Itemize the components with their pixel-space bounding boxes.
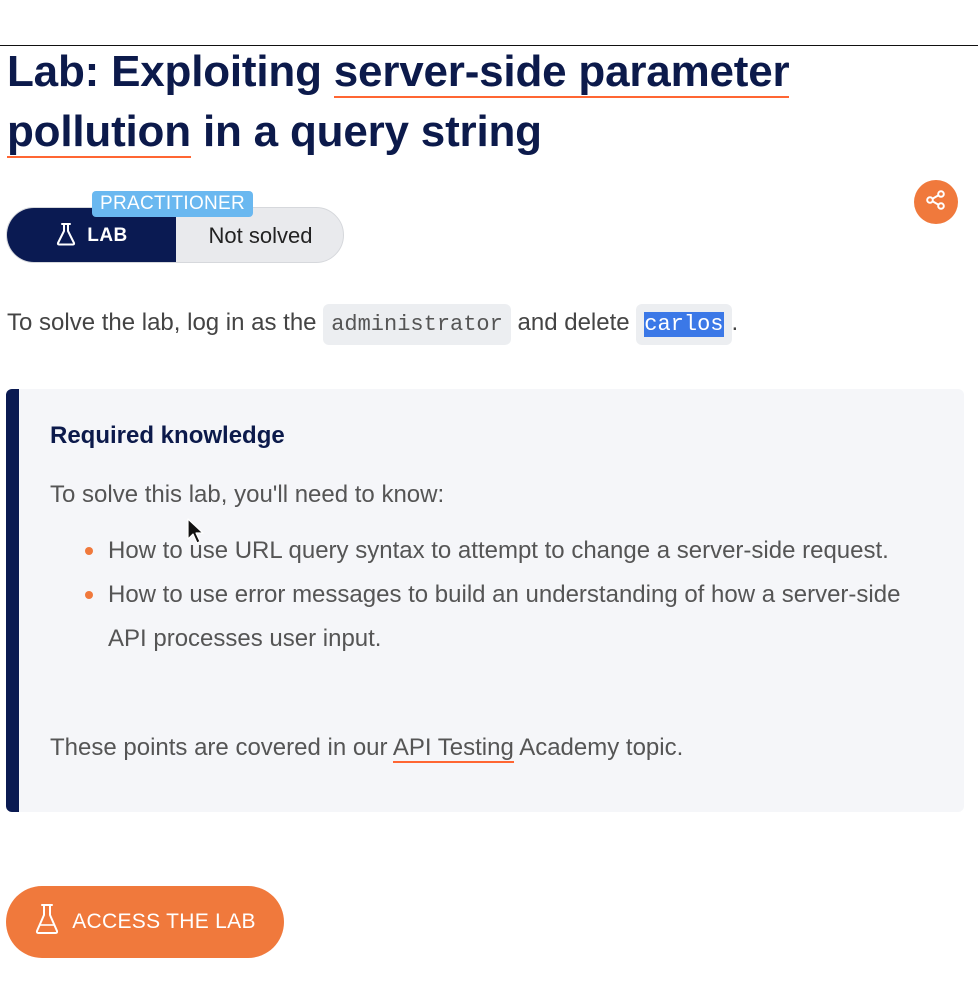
share-icon bbox=[925, 189, 947, 216]
page-title: Lab: Exploiting server-side parameter pol… bbox=[7, 42, 907, 162]
knowledge-list: How to use URL query syntax to attempt t… bbox=[50, 529, 930, 661]
lab-instructions: To solve the lab, log in as the administ… bbox=[7, 300, 738, 348]
intro-text-middle: and delete bbox=[510, 309, 637, 336]
flask-icon bbox=[55, 222, 77, 251]
access-lab-label: ACCESS THE LAB bbox=[72, 910, 256, 933]
title-prefix: Lab: Exploiting bbox=[7, 47, 334, 96]
title-link-pollution[interactable]: pollution bbox=[7, 107, 191, 158]
code-administrator: administrator bbox=[323, 304, 511, 345]
required-knowledge-callout: Required knowledge To solve this lab, yo… bbox=[6, 389, 964, 812]
callout-foot-after: Academy topic. bbox=[513, 734, 684, 761]
callout-foot-before: These points are covered in our bbox=[50, 734, 393, 761]
title-suffix: in a query string bbox=[190, 107, 542, 156]
intro-text-after: . bbox=[731, 309, 739, 336]
callout-title: Required knowledge bbox=[50, 422, 285, 449]
bullet-icon bbox=[85, 591, 93, 599]
lab-type-label: LAB bbox=[87, 225, 128, 246]
access-lab-button[interactable]: ACCESS THE LAB bbox=[6, 886, 284, 958]
share-button[interactable] bbox=[914, 180, 958, 224]
flask-icon bbox=[34, 903, 60, 941]
list-item: How to use URL query syntax to attempt t… bbox=[50, 529, 930, 573]
difficulty-tag: PRACTITIONER bbox=[92, 191, 254, 217]
intro-text-before: To solve the lab, log in as the bbox=[7, 309, 324, 336]
api-testing-link[interactable]: API Testing bbox=[392, 734, 514, 763]
code-carlos-text: carlos bbox=[644, 312, 724, 337]
list-item-text: How to use URL query syntax to attempt t… bbox=[108, 537, 889, 564]
list-item-text: How to use error messages to build an un… bbox=[108, 581, 901, 652]
mouse-cursor-icon bbox=[186, 517, 206, 545]
list-item: How to use error messages to build an un… bbox=[50, 573, 930, 661]
title-link-server-side-parameter[interactable]: server-side parameter bbox=[333, 47, 790, 98]
bullet-icon bbox=[85, 547, 93, 555]
callout-lead: To solve this lab, you'll need to know: bbox=[50, 481, 445, 508]
code-carlos: carlos bbox=[636, 304, 732, 345]
callout-footer: These points are covered in our API Test… bbox=[50, 734, 684, 763]
